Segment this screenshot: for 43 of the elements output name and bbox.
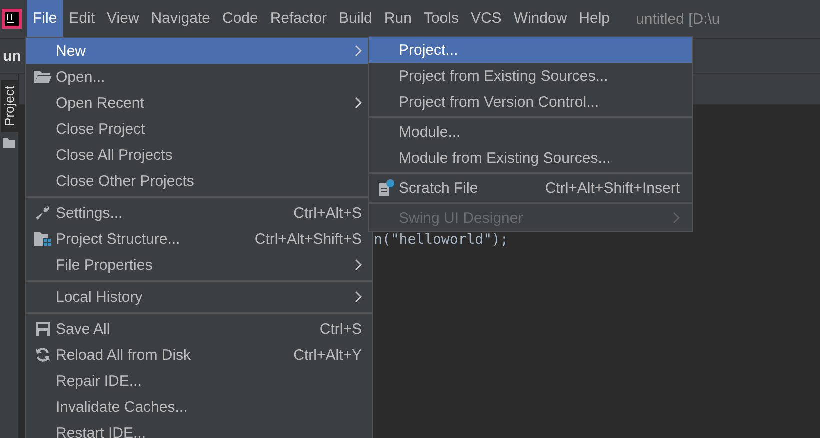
menu-bar-item[interactable]: Refactor xyxy=(264,0,334,38)
menu-bar-item[interactable]: Help xyxy=(573,0,616,38)
menu-item[interactable]: Repair IDE... xyxy=(26,368,372,394)
menu-bar-item[interactable]: View xyxy=(101,0,146,38)
menu-item[interactable]: Close Project xyxy=(26,116,372,142)
project-name[interactable]: un xyxy=(3,48,22,64)
menu-item[interactable]: File Properties xyxy=(26,252,372,278)
menu-bar-item[interactable]: VCS xyxy=(464,0,508,38)
wrench-icon xyxy=(35,205,51,221)
tool-window-tab[interactable]: Project xyxy=(0,80,18,132)
code-line: n("helloworld"); xyxy=(374,232,509,248)
menu-item[interactable]: Project Structure... Ctrl+Alt+Shift+S xyxy=(26,226,372,252)
menu-item[interactable]: Settings... Ctrl+Alt+S xyxy=(26,200,372,226)
menu-item[interactable]: Open Recent xyxy=(26,90,372,116)
menu-bar-item[interactable]: Build xyxy=(333,0,378,38)
app-logo-icon[interactable] xyxy=(2,9,22,29)
menu-item[interactable]: Invalidate Caches... xyxy=(26,394,372,420)
menu-bar-item[interactable]: Edit xyxy=(63,0,102,38)
menu-item[interactable]: Reload All from Disk Ctrl+Alt+Y xyxy=(26,342,372,368)
menu-bar-item[interactable]: Navigate xyxy=(145,0,216,38)
menu-bar-item[interactable]: File xyxy=(27,0,64,38)
window-title: untitled [D:\u xyxy=(636,10,720,28)
menu-item[interactable]: Save All Ctrl+S xyxy=(26,316,372,342)
menu-item[interactable]: Open... xyxy=(26,64,372,90)
folder-grid-icon xyxy=(34,231,52,247)
folder-icon xyxy=(3,138,15,148)
folder-icon xyxy=(34,70,52,84)
menu-item[interactable]: Restart IDE... xyxy=(26,420,372,438)
menu-item[interactable]: Scratch File Ctrl+Alt+Shift+Insert xyxy=(369,175,692,201)
menu-item[interactable]: Module... xyxy=(369,119,692,145)
menu-item[interactable]: Project from Existing Sources... xyxy=(369,63,692,89)
menu-item[interactable]: Close Other Projects xyxy=(26,168,372,194)
reload-icon xyxy=(35,347,51,363)
menu-item[interactable]: Close All Projects xyxy=(26,142,372,168)
menu-item[interactable]: Module from Existing Sources... xyxy=(369,145,692,171)
menu-bar-item[interactable]: Window xyxy=(508,0,574,38)
menu-bar-item[interactable]: Tools xyxy=(418,0,465,38)
menu-bar-item[interactable]: Run xyxy=(378,0,418,38)
menu-item[interactable]: Local History xyxy=(26,284,372,310)
menu-item[interactable]: Project... xyxy=(369,37,692,63)
menu-item[interactable]: Project from Version Control... xyxy=(369,89,692,115)
menu-bar-item[interactable]: Code xyxy=(216,0,264,38)
scratch-file-icon xyxy=(377,179,395,197)
